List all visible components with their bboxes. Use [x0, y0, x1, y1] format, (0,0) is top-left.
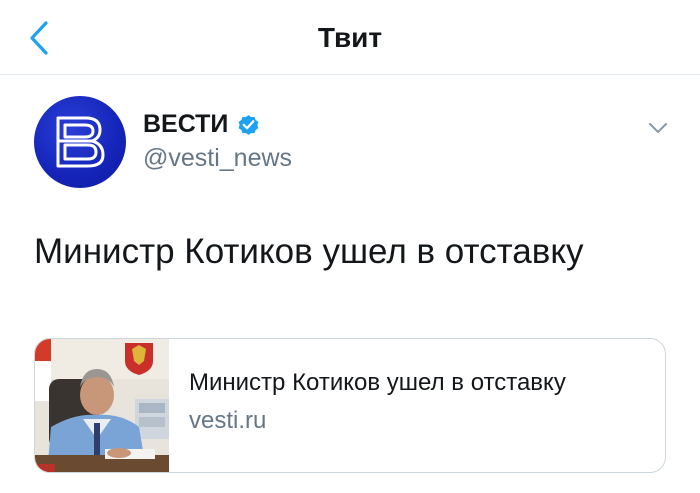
card-thumbnail [35, 339, 169, 472]
tweet-text: Министр Котиков ушел в отставку [34, 232, 584, 271]
author-name-row[interactable]: ВЕСТИ [143, 108, 261, 140]
chevron-down-icon [649, 123, 667, 133]
card-body[interactable]: Министр Котиков ушел в отставку vesti.ru [189, 367, 566, 437]
verified-badge-icon [236, 112, 261, 137]
link-card[interactable]: Министр Котиков ушел в отставку vesti.ru [34, 338, 666, 473]
avatar[interactable] [34, 96, 126, 188]
author-handle[interactable]: @vesti_news [143, 142, 292, 174]
author-name[interactable]: ВЕСТИ [143, 108, 228, 140]
tweet-options-button[interactable] [644, 114, 672, 142]
top-bar: Твит [0, 0, 700, 75]
card-title[interactable]: Министр Котиков ушел в отставку [189, 367, 566, 399]
page-title: Твит [317, 22, 383, 53]
card-domain: vesti.ru [189, 407, 267, 434]
vesti-logo-icon [56, 116, 105, 168]
